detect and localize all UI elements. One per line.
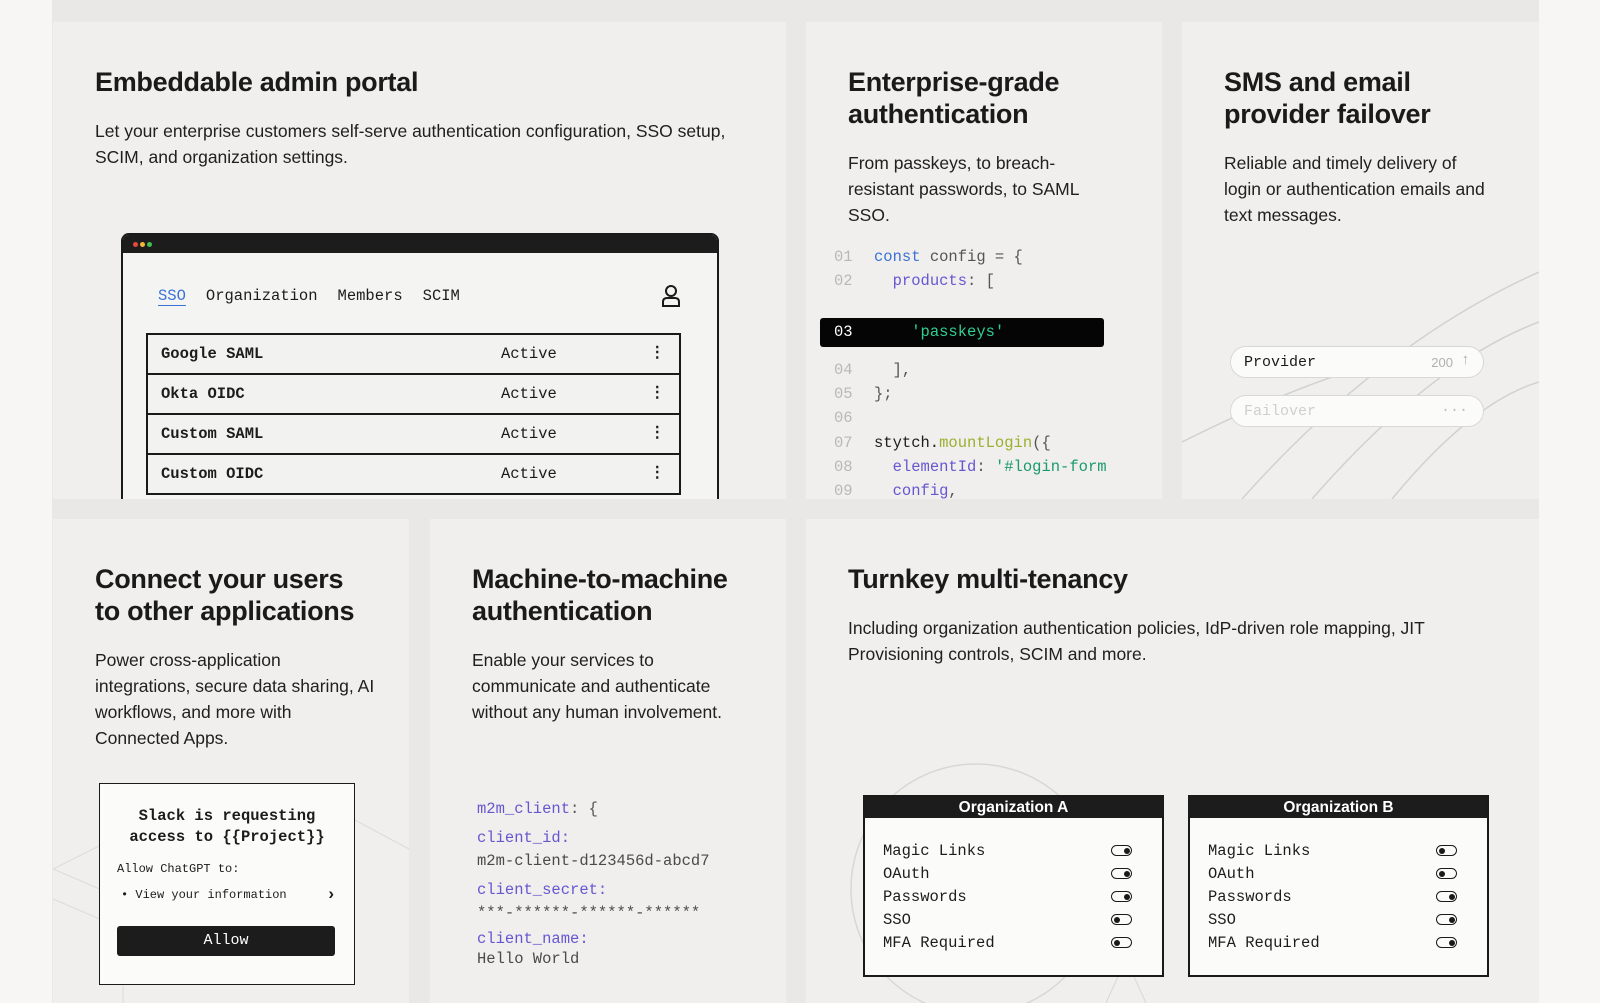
card-title: Turnkey multi-tenancy xyxy=(848,564,1128,594)
tab-sso[interactable]: SSO xyxy=(158,287,186,305)
toggle-switch[interactable] xyxy=(1436,845,1457,856)
toggle-switch[interactable] xyxy=(1111,868,1132,879)
auth-setting-row: OAuth xyxy=(883,863,1144,885)
admin-portal-mock: SSO Organization Members SCIM Google SAM… xyxy=(121,233,719,499)
provider-status: 200 xyxy=(1431,355,1453,370)
auth-setting-row: MFA Required xyxy=(1208,932,1469,954)
org-header: Organization B xyxy=(1190,797,1487,818)
auth-setting-row: Magic Links xyxy=(883,840,1144,862)
card-multi-tenancy: Turnkey multi-tenancy Including organiza… xyxy=(806,519,1539,1003)
more-menu-icon[interactable]: ⋮ xyxy=(650,463,666,482)
connection-name: Google SAML xyxy=(161,345,264,363)
auth-setting-row: Passwords xyxy=(883,886,1144,908)
allow-to-label: Allow ChatGPT to: xyxy=(117,862,240,876)
card-title: Enterprise-grade authentication xyxy=(848,67,1060,129)
code-line: 05}; xyxy=(834,385,893,403)
toggle-switch[interactable] xyxy=(1436,891,1457,902)
tab-organization[interactable]: Organization xyxy=(206,287,318,305)
connection-name: Okta OIDC xyxy=(161,385,245,403)
code-key: client_name: xyxy=(477,930,589,948)
connection-status: Active xyxy=(501,465,557,483)
maximize-dot-icon xyxy=(147,242,152,247)
window-titlebar xyxy=(123,235,717,253)
code-key: m2m_client xyxy=(477,800,571,818)
organization-a-panel: Organization A Magic Links OAuth Passwor… xyxy=(863,795,1164,977)
table-row[interactable]: Custom OIDC Active ⋮ xyxy=(146,453,681,495)
card-title: Embeddable admin portal xyxy=(95,67,419,97)
card-connected-apps: Connect your users to other applications … xyxy=(53,519,409,1003)
user-icon[interactable] xyxy=(661,284,681,308)
card-description: From passkeys, to breach-resistant passw… xyxy=(848,153,1079,225)
consent-heading: Slack is requesting access to {{Project}} xyxy=(129,807,325,846)
code-line: 01 const config = { xyxy=(834,248,1023,266)
code-line: 07 stytch.mountLogin({ xyxy=(834,434,1051,452)
toggle-switch[interactable] xyxy=(1436,914,1457,925)
connection-status: Active xyxy=(501,345,557,363)
organization-b-panel: Organization B Magic Links OAuth Passwor… xyxy=(1188,795,1489,977)
failover-pill: Failover ··· xyxy=(1230,395,1484,427)
toggle-switch[interactable] xyxy=(1436,937,1457,948)
toggle-switch[interactable] xyxy=(1436,868,1457,879)
card-description: Enable your services to communicate and … xyxy=(472,650,722,722)
auth-setting-row: SSO xyxy=(1208,909,1469,931)
auth-setting-row: OAuth xyxy=(1208,863,1469,885)
code-value: Hello World xyxy=(477,950,580,968)
card-description: Power cross-application integrations, se… xyxy=(95,650,375,748)
chevron-right-icon[interactable]: › xyxy=(328,884,334,904)
connection-name: Custom SAML xyxy=(161,425,264,443)
provider-label: Provider xyxy=(1244,354,1317,371)
table-row[interactable]: Okta OIDC Active ⋮ xyxy=(146,373,681,415)
tab-scim[interactable]: SCIM xyxy=(423,287,460,305)
table-row[interactable]: Custom SAML Active ⋮ xyxy=(146,413,681,455)
table-row[interactable]: Google SAML Active ⋮ xyxy=(146,333,681,375)
code-line: 04 ], xyxy=(834,361,912,379)
card-title: Machine-to-machine authentication xyxy=(472,564,728,626)
more-dots-icon: ··· xyxy=(1440,402,1468,419)
code-line: 09 config, xyxy=(834,482,958,499)
toggle-switch[interactable] xyxy=(1111,914,1132,925)
portal-tabs: SSO Organization Members SCIM xyxy=(158,287,460,305)
code-line: 08 elementId: '#login-form xyxy=(834,458,1107,476)
more-menu-icon[interactable]: ⋮ xyxy=(650,423,666,442)
auth-setting-row: MFA Required xyxy=(883,932,1144,954)
code-value: ***-******-******-****** xyxy=(477,904,701,922)
code-line-highlighted: 03 'passkeys' xyxy=(834,323,1005,341)
code-line: 02 products: [ xyxy=(834,272,995,290)
card-m2m-auth: Machine-to-machine authentication Enable … xyxy=(430,519,786,1003)
card-title: Connect your users to other applications xyxy=(95,564,355,626)
card-description: Reliable and timely delivery of login or… xyxy=(1224,153,1485,225)
minimize-dot-icon xyxy=(140,242,145,247)
allow-button[interactable]: Allow xyxy=(117,926,335,956)
more-menu-icon[interactable]: ⋮ xyxy=(650,343,666,362)
toggle-switch[interactable] xyxy=(1111,937,1132,948)
card-admin-portal: Embeddable admin portal Let your enterpr… xyxy=(53,22,786,499)
code-key: client_secret: xyxy=(477,881,608,899)
connection-status: Active xyxy=(501,385,557,403)
toggle-switch[interactable] xyxy=(1111,845,1132,856)
auth-setting-row: Magic Links xyxy=(1208,840,1469,862)
provider-pill: Provider 200 ↑ xyxy=(1230,346,1484,378)
more-menu-icon[interactable]: ⋮ xyxy=(650,383,666,402)
connection-status: Active xyxy=(501,425,557,443)
card-provider-failover: SMS and email provider failover Reliable … xyxy=(1182,22,1539,499)
card-enterprise-auth: Enterprise-grade authentication From pass… xyxy=(806,22,1162,499)
oauth-consent-dialog: Slack is requesting access to {{Project}}… xyxy=(99,783,355,985)
connection-name: Custom OIDC xyxy=(161,465,264,483)
failover-label: Failover xyxy=(1244,403,1317,420)
org-header: Organization A xyxy=(865,797,1162,818)
code-value: m2m-client-d123456d-abcd7 xyxy=(477,852,710,870)
card-description: Including organization authentication po… xyxy=(848,618,1425,664)
close-dot-icon xyxy=(133,242,138,247)
tab-members[interactable]: Members xyxy=(338,287,403,305)
code-line: 06 xyxy=(834,409,853,427)
auth-setting-row: Passwords xyxy=(1208,886,1469,908)
card-description: Let your enterprise customers self-serve… xyxy=(95,121,726,167)
card-title: SMS and email provider failover xyxy=(1224,67,1431,129)
scope-item[interactable]: • View your information xyxy=(121,888,287,902)
toggle-switch[interactable] xyxy=(1111,891,1132,902)
auth-setting-row: SSO xyxy=(883,909,1144,931)
code-key: client_id: xyxy=(477,829,571,847)
arrow-up-icon: ↑ xyxy=(1460,352,1470,369)
